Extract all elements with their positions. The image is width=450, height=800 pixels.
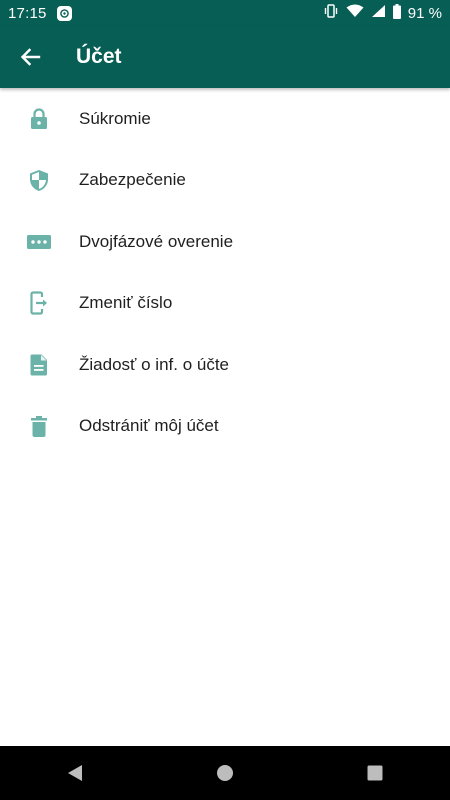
back-triangle-icon	[68, 765, 82, 781]
app-bar: Účet	[0, 26, 450, 88]
menu-item-change-number[interactable]: Zmeniť číslo	[0, 273, 450, 335]
nav-back-button[interactable]	[45, 746, 105, 800]
system-navigation-bar	[0, 746, 450, 800]
signal-icon	[371, 4, 386, 22]
notification-app-icon	[56, 5, 72, 21]
menu-item-delete-account[interactable]: Odstrániť môj účet	[0, 396, 450, 458]
back-button[interactable]	[0, 26, 62, 88]
lock-icon	[0, 108, 78, 130]
trash-icon	[0, 415, 78, 437]
account-menu-list: Súkromie Zabezpečenie Dvojfázové overeni…	[0, 88, 450, 457]
menu-item-label: Súkromie	[79, 108, 151, 128]
nav-recents-button[interactable]	[345, 746, 405, 800]
shield-icon	[0, 169, 78, 192]
page-title: Účet	[76, 45, 122, 68]
menu-item-privacy[interactable]: Súkromie	[0, 88, 450, 150]
document-icon	[0, 354, 78, 376]
menu-item-label: Žiadosť o inf. o účte	[79, 354, 230, 374]
status-time: 17:15	[8, 4, 47, 22]
status-right: 91 %	[323, 3, 442, 23]
status-bar: 17:15 91 %	[0, 0, 450, 26]
password-dots-icon	[0, 234, 78, 249]
wifi-icon	[346, 4, 364, 22]
home-circle-icon	[217, 765, 233, 781]
battery-icon	[392, 3, 401, 23]
menu-item-security[interactable]: Zabezpečenie	[0, 150, 450, 212]
menu-item-two-step-verification[interactable]: Dvojfázové overenie	[0, 211, 450, 273]
menu-item-label: Odstrániť môj účet	[79, 416, 219, 436]
battery-percent: 91 %	[407, 4, 442, 22]
arrow-back-icon	[20, 48, 41, 66]
account-settings-screen: 17:15 91 % Účet Súkromie Zabezpečenie Dv…	[0, 0, 450, 800]
menu-item-label: Dvojfázové overenie	[79, 231, 234, 251]
menu-item-label: Zmeniť číslo	[79, 293, 173, 313]
status-left: 17:15	[8, 5, 72, 22]
nav-home-button[interactable]	[195, 746, 255, 800]
vibrate-icon	[323, 4, 339, 22]
menu-item-label: Zabezpečenie	[79, 170, 186, 190]
recents-square-icon	[367, 765, 383, 781]
change-number-icon	[0, 291, 78, 315]
menu-item-request-account-info[interactable]: Žiadosť o inf. o účte	[0, 334, 450, 396]
